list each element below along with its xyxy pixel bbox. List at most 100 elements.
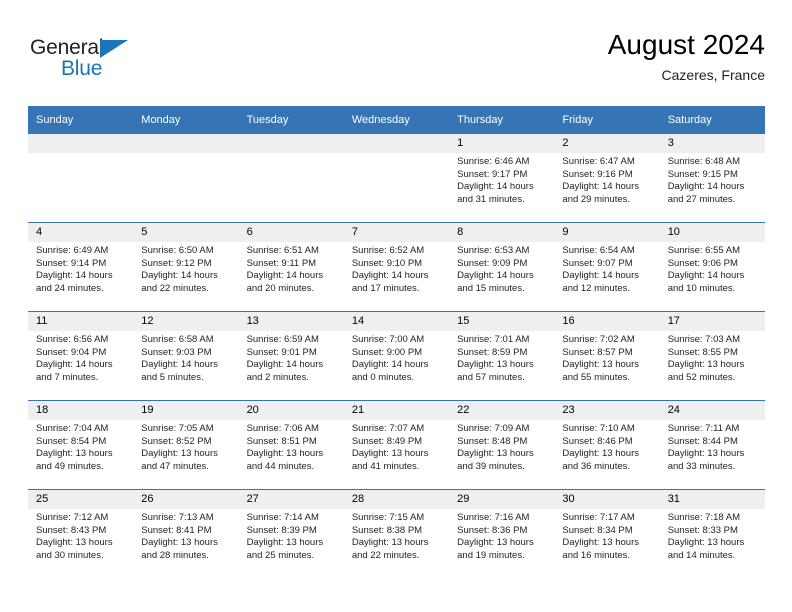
- sunset-text: Sunset: 9:00 PM: [351, 346, 423, 358]
- day-number: [133, 134, 239, 153]
- calendar-day-cell[interactable]: 4 Sunrise: 6:49 AM Sunset: 9:14 PM Daylight…: [28, 222, 134, 312]
- calendar-day-cell[interactable]: 18 Sunrise: 7:04 AM Sunset: 8:54 PM Dayligh…: [28, 400, 134, 490]
- day-cell-inner: 9 Sunrise: 6:54 AM Sunset: 9:07 PM Daylight…: [554, 223, 660, 311]
- calendar-day-cell[interactable]: 11 Sunrise: 6:56 AM Sunset: 9:04 PM Dayligh…: [28, 311, 134, 401]
- calendar-day-cell[interactable]: 14 Sunrise: 7:00 AM Sunset: 9:00 PM Dayligh…: [343, 311, 450, 401]
- day-number: 19: [133, 401, 239, 420]
- daylight-text-line1: Daylight: 14 hours: [351, 270, 429, 282]
- day-details: Sunrise: 7:15 AM Sunset: 8:38 PM Daylight:…: [344, 509, 449, 562]
- sunrise-text: Sunrise: 7:04 AM: [36, 423, 109, 434]
- daylight-text-line2: and 28 minutes.: [141, 549, 209, 561]
- daylight-text-line2: and 22 minutes.: [141, 282, 209, 294]
- daylight-text-line2: and 25 minutes.: [246, 549, 315, 561]
- weekday-header-saturday: Saturday: [659, 106, 765, 134]
- day-cell-inner: 8 Sunrise: 6:53 AM Sunset: 9:09 PM Daylight…: [449, 223, 555, 311]
- sunrise-text: Sunrise: 6:50 AM: [141, 245, 214, 256]
- day-number: 31: [659, 490, 765, 509]
- day-details: Sunrise: 7:04 AM Sunset: 8:54 PM Daylight:…: [28, 420, 133, 473]
- sunset-text: Sunset: 8:36 PM: [457, 524, 528, 536]
- day-details: Sunrise: 7:10 AM Sunset: 8:46 PM Daylight:…: [554, 420, 659, 473]
- sunset-text: Sunset: 8:57 PM: [562, 346, 633, 358]
- calendar-day-cell[interactable]: 12 Sunrise: 6:58 AM Sunset: 9:03 PM Dayligh…: [133, 311, 239, 401]
- daylight-text-line1: Daylight: 14 hours: [457, 181, 534, 193]
- day-number: 12: [133, 312, 239, 331]
- daylight-text-line2: and 7 minutes.: [36, 371, 99, 383]
- calendar-day-cell[interactable]: 8 Sunrise: 6:53 AM Sunset: 9:09 PM Daylight…: [449, 222, 555, 312]
- sunset-text: Sunset: 8:33 PM: [667, 524, 738, 536]
- sunrise-text: Sunrise: 7:06 AM: [246, 423, 319, 434]
- sunset-text: Sunset: 9:16 PM: [562, 168, 633, 180]
- daylight-text-line1: Daylight: 13 hours: [351, 537, 429, 549]
- sunrise-text: Sunrise: 7:07 AM: [351, 423, 425, 434]
- sunset-text: Sunset: 9:14 PM: [36, 257, 107, 269]
- daylight-text-line2: and 55 minutes.: [562, 371, 631, 383]
- day-number: [343, 134, 450, 153]
- calendar-day-cell[interactable]: 15 Sunrise: 7:01 AM Sunset: 8:59 PM Dayligh…: [449, 311, 555, 401]
- day-cell-inner: 29 Sunrise: 7:16 AM Sunset: 8:36 PM Dayligh…: [449, 490, 555, 578]
- day-number: 6: [238, 223, 344, 242]
- calendar-day-cell[interactable]: 24 Sunrise: 7:11 AM Sunset: 8:44 PM Dayligh…: [659, 400, 765, 490]
- calendar-day-cell[interactable]: 21 Sunrise: 7:07 AM Sunset: 8:49 PM Dayligh…: [343, 400, 450, 490]
- calendar-day-cell[interactable]: 17 Sunrise: 7:03 AM Sunset: 8:55 PM Dayligh…: [659, 311, 765, 401]
- day-number: [28, 134, 134, 153]
- sunrise-text: Sunrise: 6:54 AM: [562, 245, 635, 256]
- calendar-day-cell[interactable]: 19 Sunrise: 7:05 AM Sunset: 8:52 PM Dayligh…: [133, 400, 239, 490]
- daylight-text-line2: and 49 minutes.: [36, 460, 104, 472]
- weekday-header-sunday: Sunday: [28, 106, 134, 134]
- calendar-day-cell[interactable]: 13 Sunrise: 6:59 AM Sunset: 9:01 PM Dayligh…: [238, 311, 344, 401]
- daylight-text-line1: Daylight: 13 hours: [562, 359, 639, 371]
- sunrise-text: Sunrise: 7:02 AM: [562, 334, 635, 345]
- daylight-text-line2: and 36 minutes.: [562, 460, 631, 472]
- calendar-day-cell[interactable]: 22 Sunrise: 7:09 AM Sunset: 8:48 PM Dayligh…: [449, 400, 555, 490]
- calendar-day-cell[interactable]: 5 Sunrise: 6:50 AM Sunset: 9:12 PM Daylight…: [133, 222, 239, 312]
- day-details: Sunrise: 6:54 AM Sunset: 9:07 PM Daylight:…: [554, 242, 659, 295]
- day-cell-inner: 22 Sunrise: 7:09 AM Sunset: 8:48 PM Dayligh…: [449, 401, 555, 489]
- calendar-day-cell[interactable]: 16 Sunrise: 7:02 AM Sunset: 8:57 PM Dayligh…: [554, 311, 660, 401]
- daylight-text-line2: and 30 minutes.: [36, 549, 104, 561]
- sunrise-text: Sunrise: 7:03 AM: [667, 334, 741, 345]
- calendar-day-cell[interactable]: 7 Sunrise: 6:52 AM Sunset: 9:10 PM Daylight…: [343, 222, 450, 312]
- day-details: Sunrise: 6:52 AM Sunset: 9:10 PM Daylight:…: [344, 242, 449, 295]
- sunset-text: Sunset: 8:41 PM: [141, 524, 212, 536]
- calendar-day-cell[interactable]: 10 Sunrise: 6:55 AM Sunset: 9:06 PM Dayligh…: [659, 222, 765, 312]
- weekday-header-friday: Friday: [554, 106, 660, 134]
- day-number: 10: [659, 223, 765, 242]
- day-details: Sunrise: 7:16 AM Sunset: 8:36 PM Daylight:…: [449, 509, 554, 562]
- daylight-text-line1: Daylight: 14 hours: [667, 270, 745, 282]
- calendar-day-cell[interactable]: 26 Sunrise: 7:13 AM Sunset: 8:41 PM Dayligh…: [133, 489, 239, 578]
- calendar-day-cell[interactable]: 30 Sunrise: 7:17 AM Sunset: 8:34 PM Dayligh…: [554, 489, 660, 578]
- day-cell-inner: 18 Sunrise: 7:04 AM Sunset: 8:54 PM Dayligh…: [28, 401, 134, 489]
- sunset-text: Sunset: 8:55 PM: [667, 346, 738, 358]
- sunrise-text: Sunrise: 6:49 AM: [36, 245, 109, 256]
- daylight-text-line1: Daylight: 14 hours: [36, 270, 113, 282]
- day-details: Sunrise: 6:50 AM Sunset: 9:12 PM Daylight:…: [133, 242, 238, 295]
- day-cell-inner: 1 Sunrise: 6:46 AM Sunset: 9:17 PM Daylight…: [449, 134, 555, 222]
- calendar-day-cell[interactable]: 2 Sunrise: 6:47 AM Sunset: 9:16 PM Daylight…: [554, 133, 660, 223]
- day-number: 15: [449, 312, 555, 331]
- day-number: [238, 134, 344, 153]
- day-details: Sunrise: 7:00 AM Sunset: 9:00 PM Daylight:…: [344, 331, 449, 384]
- calendar-day-cell[interactable]: 6 Sunrise: 6:51 AM Sunset: 9:11 PM Daylight…: [238, 222, 344, 312]
- day-details: Sunrise: 7:13 AM Sunset: 8:41 PM Daylight:…: [133, 509, 238, 562]
- sunrise-text: Sunrise: 6:58 AM: [141, 334, 214, 345]
- calendar-day-cell[interactable]: 27 Sunrise: 7:14 AM Sunset: 8:39 PM Dayligh…: [238, 489, 344, 578]
- day-number: 18: [28, 401, 134, 420]
- calendar-day-cell[interactable]: 28 Sunrise: 7:15 AM Sunset: 8:38 PM Dayligh…: [343, 489, 450, 578]
- sunrise-text: Sunrise: 7:09 AM: [457, 423, 530, 434]
- daylight-text-line1: Daylight: 13 hours: [457, 448, 534, 460]
- day-details: Sunrise: 6:53 AM Sunset: 9:09 PM Daylight:…: [449, 242, 554, 295]
- daylight-text-line2: and 22 minutes.: [351, 549, 420, 561]
- calendar-day-cell[interactable]: 1 Sunrise: 6:46 AM Sunset: 9:17 PM Daylight…: [449, 133, 555, 223]
- calendar-day-cell[interactable]: 23 Sunrise: 7:10 AM Sunset: 8:46 PM Dayligh…: [554, 400, 660, 490]
- calendar-day-cell[interactable]: 9 Sunrise: 6:54 AM Sunset: 9:07 PM Daylight…: [554, 222, 660, 312]
- calendar-day-cell[interactable]: 29 Sunrise: 7:16 AM Sunset: 8:36 PM Dayligh…: [449, 489, 555, 578]
- calendar-day-cell[interactable]: 20 Sunrise: 7:06 AM Sunset: 8:51 PM Dayligh…: [238, 400, 344, 490]
- daylight-text-line1: Daylight: 13 hours: [36, 448, 113, 460]
- sunrise-text: Sunrise: 6:53 AM: [457, 245, 530, 256]
- day-number: 29: [449, 490, 555, 509]
- calendar-day-cell[interactable]: 31 Sunrise: 7:18 AM Sunset: 8:33 PM Dayligh…: [659, 489, 765, 578]
- calendar-day-cell[interactable]: 3 Sunrise: 6:48 AM Sunset: 9:15 PM Daylight…: [659, 133, 765, 223]
- day-cell-inner: 6 Sunrise: 6:51 AM Sunset: 9:11 PM Daylight…: [238, 223, 344, 311]
- sunset-text: Sunset: 8:59 PM: [457, 346, 528, 358]
- calendar-day-cell[interactable]: 25 Sunrise: 7:12 AM Sunset: 8:43 PM Dayligh…: [28, 489, 134, 578]
